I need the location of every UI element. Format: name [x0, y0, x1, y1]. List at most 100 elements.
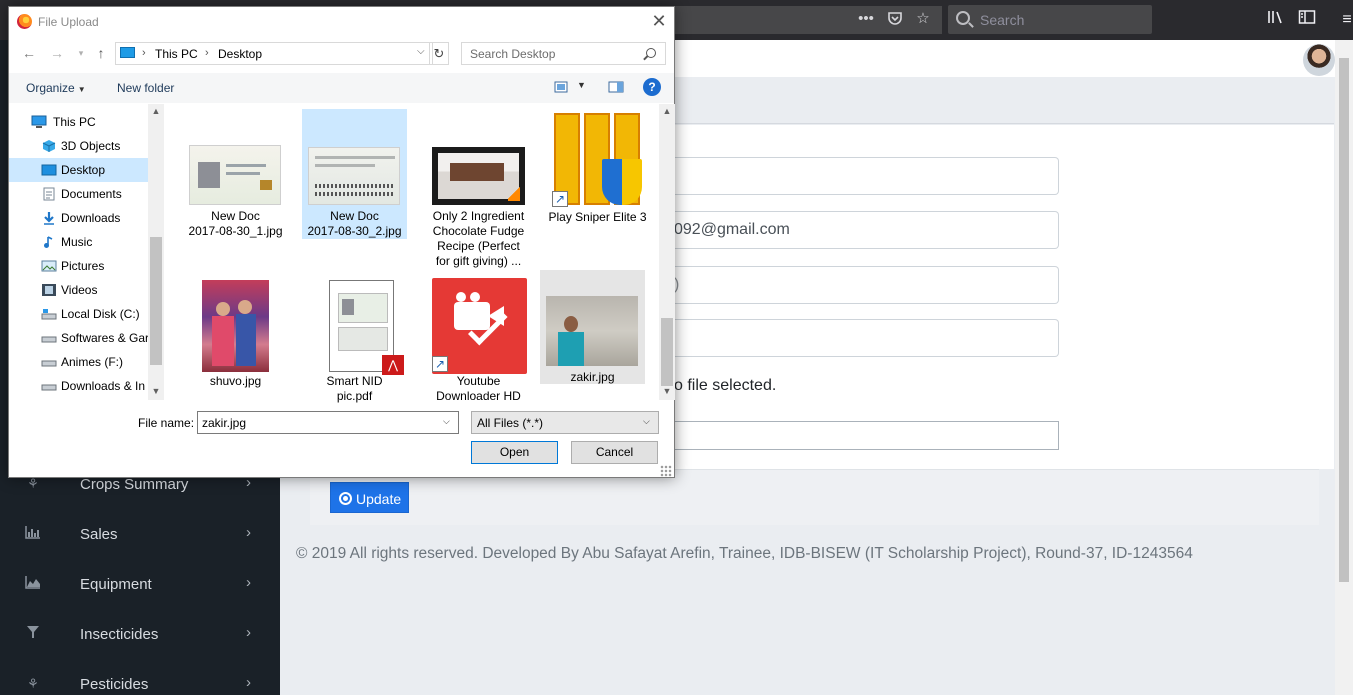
cancel-button[interactable]: Cancel: [571, 441, 658, 464]
name-input[interactable]: [674, 157, 1059, 195]
nav-item-label: Animes (F:): [61, 355, 124, 369]
file-item-new-doc-2[interactable]: New Doc 2017-08-30_2.jpg: [302, 109, 407, 239]
browser-search-field[interactable]: Search: [948, 5, 1152, 34]
chevron-down-icon[interactable]: ⌵: [443, 416, 450, 427]
nav-item-this-pc[interactable]: This PC: [9, 110, 148, 134]
email-input[interactable]: 092@gmail.com: [674, 211, 1059, 249]
file-list-scrollbar[interactable]: ▲ ▼: [659, 104, 675, 400]
file-type-value: All Files (*.*): [477, 416, 544, 430]
nav-item-desktop[interactable]: Desktop: [9, 158, 148, 182]
file-name-label: Play Sniper Elite 3: [548, 210, 647, 224]
scroll-down-icon[interactable]: ▼: [659, 384, 675, 398]
nav-item-downloads-drive[interactable]: Downloads & In: [9, 374, 148, 398]
page-actions-icon[interactable]: •••: [857, 10, 875, 28]
chevron-right-icon: ›: [246, 574, 251, 591]
view-options-icon[interactable]: [554, 80, 570, 94]
nav-item-label: Softwares & Gar: [61, 331, 148, 345]
help-icon[interactable]: ?: [643, 78, 661, 96]
app-shortcut-thumbnail: ↗: [432, 278, 527, 374]
dialog-search-input[interactable]: Search Desktop: [461, 42, 666, 65]
dialog-title-bar[interactable]: File Upload ✕: [9, 7, 674, 37]
game-shortcut-thumbnail: ↗: [552, 113, 644, 209]
nav-item-downloads[interactable]: Downloads: [9, 206, 148, 230]
file-type-select[interactable]: All Files (*.*) ⌵: [471, 411, 659, 434]
recent-dropdown-icon[interactable]: ▾: [73, 45, 89, 61]
sidebar-item-insecticides[interactable]: Insecticides ›: [0, 615, 280, 655]
scroll-down-icon[interactable]: ▼: [148, 384, 164, 398]
file-name-label: File name:: [138, 416, 195, 430]
pocket-icon[interactable]: [886, 10, 904, 28]
user-avatar[interactable]: [1303, 44, 1335, 76]
pictures-icon: [41, 259, 57, 273]
close-icon[interactable]: ✕: [649, 11, 669, 31]
search-icon: [956, 11, 970, 25]
new-folder-button[interactable]: New folder: [117, 81, 174, 95]
file-name-label: shuvo.jpg: [209, 374, 262, 388]
resize-grip-icon[interactable]: [660, 465, 672, 477]
nav-item-label: This PC: [53, 115, 96, 129]
shortcut-arrow-icon: ↗: [552, 191, 568, 207]
drive-icon: [41, 355, 57, 369]
sidebar-item-equipment[interactable]: Equipment ›: [0, 565, 280, 605]
file-item-smart-nid-pdf[interactable]: ⋀ Smart NID pic.pdf: [302, 274, 407, 404]
acrobat-icon: ⋀: [382, 355, 404, 375]
hamburger-menu-icon[interactable]: ≡: [1336, 9, 1353, 31]
view-dropdown-icon[interactable]: ▼: [577, 80, 593, 94]
breadcrumb-this-pc[interactable]: This PC: [155, 47, 198, 61]
back-arrow-icon[interactable]: ←: [21, 45, 37, 61]
file-item-chocolate-fudge-video[interactable]: Only 2 Ingredient Chocolate Fudge Recipe (…: [426, 109, 531, 269]
page-scrollbar[interactable]: [1335, 40, 1353, 695]
scroll-up-icon[interactable]: ▲: [148, 104, 164, 118]
nav-item-pictures[interactable]: Pictures: [9, 254, 148, 278]
library-icon[interactable]: [1265, 9, 1287, 31]
preview-pane-icon[interactable]: [608, 80, 624, 94]
nav-item-local-disk[interactable]: Local Disk (C:): [9, 302, 148, 326]
nav-item-label: Local Disk (C:): [61, 307, 140, 321]
file-item-shuvo[interactable]: shuvo.jpg: [183, 274, 288, 394]
extra-input[interactable]: [674, 421, 1059, 450]
nav-item-softwares-games[interactable]: Softwares & Gar: [9, 326, 148, 350]
file-item-youtube-downloader[interactable]: ↗ Youtube Downloader HD: [426, 274, 531, 404]
address-bar[interactable]: › This PC › Desktop ⌵: [115, 42, 433, 65]
file-upload-dialog: File Upload ✕ ← → ▾ ↑ › This PC › Deskto…: [8, 6, 675, 478]
nav-item-music[interactable]: Music: [9, 230, 148, 254]
nav-item-label: Music: [61, 235, 93, 249]
file-name-label: Smart NID pic.pdf: [326, 374, 383, 403]
chevron-right-icon: ›: [246, 674, 251, 691]
file-item-zakir[interactable]: zakir.jpg: [540, 270, 645, 384]
page-scrollbar-thumb[interactable]: [1339, 58, 1349, 582]
address-input[interactable]: [674, 319, 1059, 357]
shield-icon: [602, 159, 642, 205]
filter-icon: [24, 625, 42, 643]
nav-item-videos[interactable]: Videos: [9, 278, 148, 302]
file-name-input[interactable]: zakir.jpg ⌵: [197, 411, 459, 434]
nav-item-label: 3D Objects: [61, 139, 121, 153]
file-item-new-doc-1[interactable]: New Doc 2017-08-30_1.jpg: [183, 109, 288, 239]
nav-item-3d-objects[interactable]: 3D Objects: [9, 134, 148, 158]
phone-input[interactable]: ): [674, 266, 1059, 304]
update-button[interactable]: Update: [330, 482, 409, 513]
nav-pane-scrollbar[interactable]: ▲ ▼: [148, 104, 164, 400]
forward-arrow-icon[interactable]: →: [49, 45, 65, 61]
scroll-up-icon[interactable]: ▲: [659, 104, 675, 118]
organize-button[interactable]: Organize ▼: [26, 81, 86, 95]
nav-scrollbar-thumb[interactable]: [150, 237, 162, 365]
chevron-down-icon[interactable]: ⌵: [417, 46, 425, 57]
sidebar-toggle-icon[interactable]: [1296, 9, 1318, 31]
dialog-search-placeholder: Search Desktop: [470, 47, 556, 61]
crop-icon: ⚘: [27, 676, 39, 691]
refresh-icon[interactable]: ↻: [429, 42, 449, 65]
sidebar-item-sales[interactable]: Sales ›: [0, 515, 280, 555]
file-name-value: zakir.jpg: [202, 416, 247, 430]
drive-icon: [41, 307, 57, 321]
sidebar-item-pesticides[interactable]: ⚘ Pesticides ›: [0, 665, 280, 695]
nav-item-documents[interactable]: Documents: [9, 182, 148, 206]
file-name-label: New Doc 2017-08-30_2.jpg: [307, 209, 402, 238]
breadcrumb-desktop[interactable]: Desktop: [218, 47, 262, 61]
up-arrow-icon[interactable]: ↑: [93, 45, 109, 61]
bookmark-star-icon[interactable]: ☆: [914, 10, 932, 28]
nav-item-animes[interactable]: Animes (F:): [9, 350, 148, 374]
open-button[interactable]: Open: [471, 441, 558, 464]
file-scrollbar-thumb[interactable]: [661, 318, 673, 386]
file-item-play-sniper-elite-3[interactable]: ↗ Play Sniper Elite 3: [545, 109, 650, 224]
